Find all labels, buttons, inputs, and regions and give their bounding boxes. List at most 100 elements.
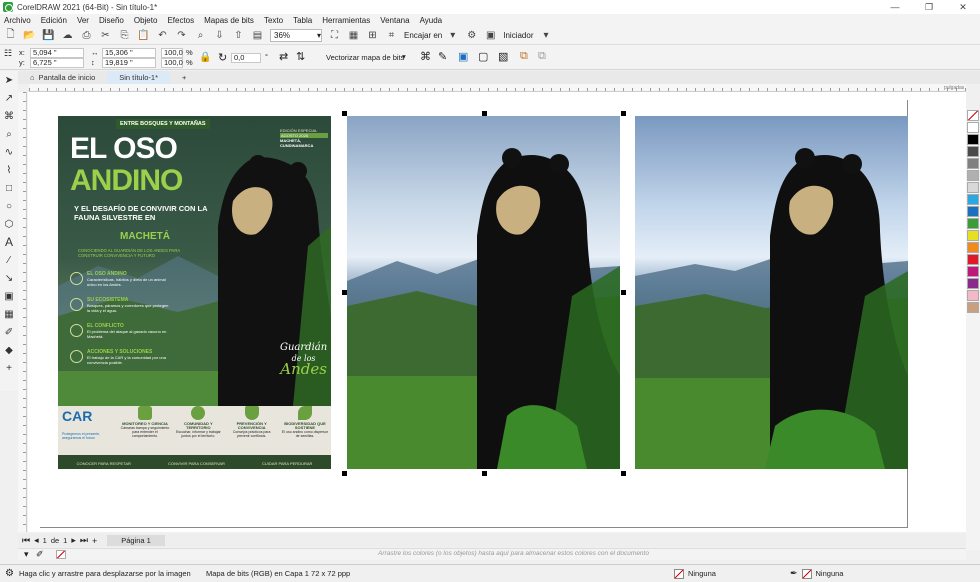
ellipse-tool-icon[interactable]: ○ (0, 197, 18, 215)
arrange-front-icon[interactable]: ⧉ (520, 50, 528, 63)
menu-ventana[interactable]: Ventana (380, 16, 409, 25)
color-swatch[interactable] (967, 290, 979, 301)
mirror-vertical-icon[interactable]: ⇅ (296, 50, 305, 63)
color-swatch[interactable] (967, 242, 979, 253)
color-swatch[interactable] (967, 230, 979, 241)
trace-bitmap-button[interactable]: Vectorizar mapa de bits (326, 53, 404, 62)
outline-status[interactable]: Ninguna (816, 569, 844, 578)
angle-field[interactable]: 0,0 (231, 53, 261, 63)
export-pdf-icon[interactable]: ▤ (251, 29, 264, 42)
color-swatch[interactable] (967, 266, 979, 277)
eyedropper-icon[interactable]: ✐ (36, 549, 44, 560)
crop-bitmap-icon[interactable]: ⌘ (420, 50, 431, 63)
new-document-icon[interactable]: 🗋 (4, 29, 17, 42)
new-tab-button[interactable]: + (170, 71, 198, 84)
rectangle-tool-icon[interactable]: □ (0, 179, 18, 197)
tab-document[interactable]: Sin título-1* (107, 71, 171, 84)
color-swatch[interactable] (967, 218, 979, 229)
cloud-icon[interactable]: ☁ (61, 29, 74, 42)
drop-shadow-icon[interactable]: ▣ (0, 287, 18, 305)
tab-home[interactable]: ⌂ Pantalla de inicio (18, 71, 107, 84)
x-position-field[interactable]: 5,094 " (30, 48, 84, 58)
shape-tool-icon[interactable]: ↗ (0, 89, 18, 107)
color-swatch[interactable] (967, 302, 979, 313)
connector-tool-icon[interactable]: ↘ (0, 269, 18, 287)
color-swatch[interactable] (967, 278, 979, 289)
add-page-icon[interactable]: + (92, 536, 97, 546)
minimize-button[interactable]: — (878, 0, 912, 14)
chevron-down-icon[interactable]: ▾ (446, 29, 459, 42)
menu-tabla[interactable]: Tabla (293, 16, 312, 25)
rulers-icon[interactable]: ▦ (347, 29, 360, 42)
menu-archivo[interactable]: Archivo (4, 16, 31, 25)
mirror-horizontal-icon[interactable]: ⇄ (279, 50, 288, 63)
eyedropper-icon[interactable]: ✐ (0, 323, 18, 341)
chevron-down-icon[interactable]: ▾ (540, 29, 553, 42)
paste-icon[interactable]: 📋 (137, 29, 150, 42)
launcher-icon[interactable]: ▣ (484, 29, 497, 42)
text-tool-icon[interactable]: A (0, 233, 18, 251)
last-page-icon[interactable]: ⏭ (80, 535, 88, 546)
cut-icon[interactable]: ✂ (99, 29, 112, 42)
add-tool-icon[interactable]: + (0, 359, 18, 377)
search-content-icon[interactable]: ⌕ (194, 29, 207, 42)
selection-handle[interactable] (482, 111, 487, 116)
mask-icon[interactable]: ▧ (498, 50, 508, 63)
launcher-label[interactable]: Iniciador (503, 31, 533, 40)
close-button[interactable]: ✕ (946, 0, 980, 14)
color-swatch[interactable] (967, 170, 979, 181)
settings-icon[interactable]: ⚙ (465, 29, 478, 42)
undo-icon[interactable]: ↶ (156, 29, 169, 42)
polygon-tool-icon[interactable]: ⬡ (0, 215, 18, 233)
menu-texto[interactable]: Texto (264, 16, 283, 25)
selection-handle[interactable] (621, 471, 626, 476)
color-swatch[interactable] (967, 206, 979, 217)
selection-handle[interactable] (342, 471, 347, 476)
selection-handle[interactable] (621, 111, 626, 116)
copy-icon[interactable]: ⎘ (118, 29, 131, 42)
horizontal-ruler[interactable] (29, 84, 966, 92)
snap-to-label[interactable]: Encajar en (404, 31, 442, 40)
edit-bitmap-icon[interactable]: ✎ (438, 50, 447, 63)
selection-handle[interactable] (342, 290, 347, 295)
selection-handle[interactable] (482, 471, 487, 476)
color-swatch[interactable] (967, 122, 979, 133)
scale-width-field[interactable]: 100,0 (161, 48, 183, 58)
poster-image[interactable]: ENTRE BOSQUES Y MONTAÑAS EDICIÓN ESPECIA… (58, 116, 331, 469)
menu-diseno[interactable]: Diseño (99, 16, 124, 25)
chevron-down-icon[interactable]: ▾ (24, 549, 29, 560)
pick-tool-icon[interactable]: ➤ (0, 71, 18, 89)
first-page-icon[interactable]: ⏮ (22, 535, 30, 546)
color-swatch[interactable] (967, 182, 979, 193)
full-screen-icon[interactable]: ⛶ (328, 29, 341, 42)
open-folder-icon[interactable]: 📂 (23, 29, 36, 42)
selection-handle[interactable] (621, 290, 626, 295)
color-swatch[interactable] (967, 134, 979, 145)
bear-photo[interactable] (635, 116, 908, 469)
next-page-icon[interactable]: ▸ (71, 535, 76, 546)
prev-page-icon[interactable]: ◂ (34, 535, 39, 546)
no-color-swatch[interactable] (967, 110, 979, 121)
zoom-tool-icon[interactable]: ⌕ (0, 125, 18, 143)
settings-icon[interactable]: ⚙ (5, 568, 14, 579)
menu-ayuda[interactable]: Ayuda (420, 16, 443, 25)
redo-icon[interactable]: ↷ (175, 29, 188, 42)
zoom-select[interactable]: 36% ▾ (270, 29, 322, 42)
print-icon[interactable]: ⎙ (80, 29, 93, 42)
chevron-down-icon[interactable]: ▾ (402, 52, 406, 61)
resample-icon[interactable]: ▣ (458, 50, 468, 63)
freehand-tool-icon[interactable]: ∿ (0, 143, 18, 161)
save-icon[interactable]: 💾 (42, 29, 55, 42)
color-swatch[interactable] (967, 158, 979, 169)
color-swatch[interactable] (967, 146, 979, 157)
bear-photo-selected[interactable] (347, 116, 620, 469)
page-tab[interactable]: Página 1 (107, 535, 165, 546)
height-field[interactable]: 19,819 " (102, 58, 156, 68)
guidelines-icon[interactable]: ⌗ (385, 29, 398, 42)
parallel-dimension-icon[interactable]: ∕ (0, 251, 18, 269)
menu-edicion[interactable]: Edición (41, 16, 67, 25)
menu-ver[interactable]: Ver (77, 16, 89, 25)
grid-icon[interactable]: ⊞ (366, 29, 379, 42)
rotate-icon[interactable]: ↻ (218, 51, 227, 64)
import-icon[interactable]: ⇩ (213, 29, 226, 42)
